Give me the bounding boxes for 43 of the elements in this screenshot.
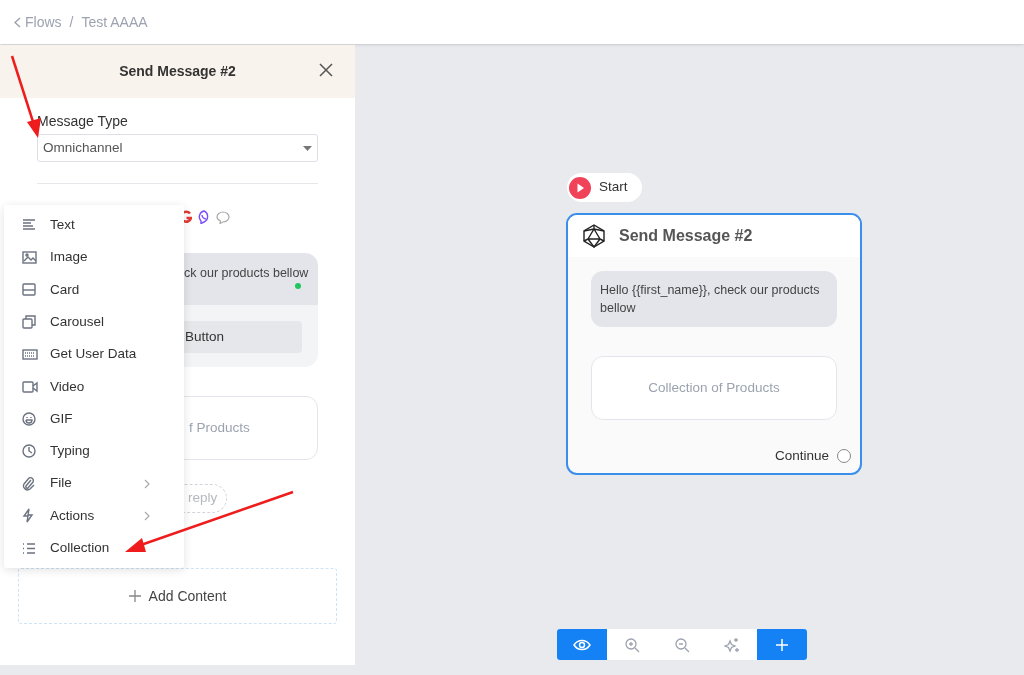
message-node[interactable]: Send Message #2 Hello {{first_name}}, check our products bellow Collection of Products Continue [566, 213, 862, 475]
message-text: ck our products bellow [184, 265, 309, 282]
image-icon [22, 250, 37, 264]
panel-title: Send Message #2 [119, 62, 236, 81]
card-icon [22, 283, 36, 297]
phone-bubble-icon [197, 210, 211, 224]
zoom-out-icon [674, 636, 690, 653]
start-node[interactable]: Start [567, 173, 642, 202]
menu-item[interactable]: Text [4, 209, 184, 242]
keyboard-icon [22, 348, 38, 360]
clock-icon [22, 444, 36, 459]
breadcrumb-separator: / [69, 12, 74, 32]
message-type-select[interactable]: Omnichannel [37, 134, 318, 162]
icosahedron-icon [583, 224, 605, 248]
breadcrumb-current: Test AAAA [81, 12, 148, 32]
text-lines-icon [22, 219, 36, 232]
eye-icon [573, 638, 591, 651]
node-title: Send Message #2 [619, 226, 753, 246]
close-icon [319, 63, 333, 77]
menu-item[interactable]: Collection [4, 531, 184, 565]
collection-card: Collection of Products [591, 356, 837, 420]
menu-item[interactable]: Image [4, 241, 184, 274]
chevron-left-icon [14, 16, 21, 28]
dropdown-caret-icon [303, 145, 312, 151]
toolbar-button[interactable] [557, 629, 607, 660]
smiley-icon [22, 411, 36, 426]
paperclip-icon [22, 476, 35, 491]
connection-handle[interactable] [837, 448, 851, 463]
close-button[interactable] [319, 63, 333, 77]
play-icon [569, 176, 591, 199]
continue-label: Continue [774, 446, 829, 465]
zoom-in-icon [624, 636, 640, 653]
menu-item[interactable]: Card [4, 273, 184, 306]
video-camera-icon [22, 380, 38, 393]
chat-bubble-icon [216, 210, 230, 224]
list-icon [22, 542, 36, 554]
message-bubble: Hello {{first_name}}, check our products bellow [591, 271, 837, 327]
toolbar-button[interactable] [757, 629, 807, 660]
sparkle-icon [724, 636, 740, 653]
stacked-cards-icon [22, 315, 36, 330]
plus-icon [775, 637, 789, 652]
lightning-icon [22, 508, 34, 524]
plus-icon [128, 590, 141, 602]
